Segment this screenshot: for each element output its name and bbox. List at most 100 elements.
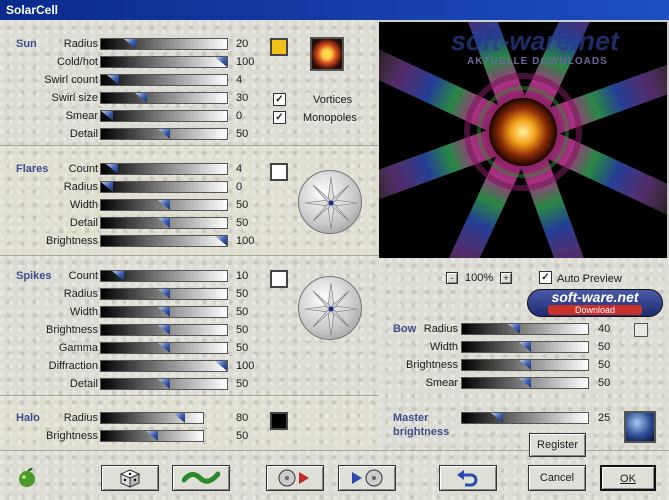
wave-button[interactable] [172, 465, 230, 491]
slider-thumb-icon[interactable] [158, 307, 170, 317]
bow-width-slider[interactable] [461, 341, 589, 353]
slider-thumb-icon[interactable] [519, 378, 531, 388]
slider-thumb-icon[interactable] [158, 129, 170, 139]
halo-brightness-value[interactable]: 50 [236, 430, 270, 444]
halo-color-swatch[interactable] [270, 412, 288, 430]
sun-swirl-size-value[interactable]: 30 [236, 92, 270, 106]
spikes-count-value[interactable]: 10 [236, 270, 270, 284]
spikes-brightness-value[interactable]: 50 [236, 324, 270, 338]
save-preset-button[interactable] [338, 465, 396, 491]
random-button[interactable] [101, 465, 159, 491]
spikes-color-swatch[interactable] [270, 270, 288, 288]
halo-brightness-slider[interactable] [100, 430, 204, 442]
spikes-diffraction-slider[interactable] [100, 360, 228, 372]
slider-thumb-icon[interactable] [158, 289, 170, 299]
undo-icon [457, 470, 478, 487]
spikes-brightness-slider[interactable] [100, 324, 228, 336]
slider-thumb-icon[interactable] [107, 75, 119, 85]
spikes-gamma-slider[interactable] [100, 342, 228, 354]
halo-radius-slider[interactable] [100, 412, 204, 424]
preview-canvas[interactable]: soft-ware.net AKTUELLE DOWNLOADS [379, 22, 667, 258]
sphere-thumbnail-icon[interactable] [624, 411, 656, 443]
auto-preview-checkbox[interactable]: ✓ [539, 271, 552, 284]
flares-detail-slider[interactable] [100, 217, 228, 229]
sun-swirl-count-value[interactable]: 4 [236, 74, 270, 88]
slider-thumb-icon[interactable] [215, 236, 227, 246]
bow-width-value[interactable]: 50 [598, 341, 632, 355]
sun-cold-hot-slider[interactable] [100, 56, 228, 68]
slider-thumb-icon[interactable] [519, 360, 531, 370]
flares-radius-slider[interactable] [100, 181, 228, 193]
slider-thumb-icon[interactable] [146, 431, 158, 441]
spikes-width-slider[interactable] [100, 306, 228, 318]
spikes-diffraction-value[interactable]: 100 [236, 360, 270, 374]
sun-swirl-count-slider[interactable] [100, 74, 228, 86]
vortices-checkbox[interactable]: ✓ [273, 93, 286, 106]
register-button[interactable]: Register [529, 433, 586, 457]
bow-brightness-slider[interactable] [461, 359, 589, 371]
slider-thumb-icon[interactable] [101, 111, 113, 121]
flares-width-value[interactable]: 50 [236, 199, 270, 213]
cancel-button[interactable]: Cancel [528, 465, 586, 491]
sun-thumbnail-icon[interactable] [310, 37, 344, 71]
bow-smear-slider[interactable] [461, 377, 589, 389]
flares-direction-dial[interactable] [298, 170, 362, 234]
bow-radius-value[interactable]: 40 [598, 323, 632, 337]
slider-thumb-icon[interactable] [106, 164, 118, 174]
load-preset-button[interactable] [266, 465, 324, 491]
zoom-out-button[interactable]: - [446, 272, 458, 284]
slider-thumb-icon[interactable] [173, 413, 185, 423]
flares-count-value[interactable]: 4 [236, 163, 270, 177]
bow-brightness-value[interactable]: 50 [598, 359, 632, 373]
spikes-detail-value[interactable]: 50 [236, 378, 270, 392]
monopoles-label: Monopoles [303, 112, 357, 124]
sun-smear-slider[interactable] [100, 110, 228, 122]
spikes-width-value[interactable]: 50 [236, 306, 270, 320]
spikes-radius-value[interactable]: 50 [236, 288, 270, 302]
apple-logo-icon[interactable] [16, 466, 38, 488]
sun-color-swatch[interactable] [270, 38, 288, 56]
sun-radius-slider[interactable] [100, 38, 228, 50]
bow-color-swatch[interactable] [634, 323, 648, 337]
slider-thumb-icon[interactable] [158, 379, 170, 389]
sun-smear-value[interactable]: 0 [236, 110, 270, 124]
sun-detail-value[interactable]: 50 [236, 128, 270, 142]
flares-brightness-value[interactable]: 100 [236, 235, 270, 249]
slider-thumb-icon[interactable] [112, 271, 124, 281]
slider-thumb-icon[interactable] [158, 200, 170, 210]
flares-color-swatch[interactable] [270, 163, 288, 181]
slider-thumb-icon[interactable] [101, 182, 113, 192]
spikes-radius-slider[interactable] [100, 288, 228, 300]
slider-thumb-icon[interactable] [158, 218, 170, 228]
flares-detail-value[interactable]: 50 [236, 217, 270, 231]
sun-swirl-size-slider[interactable] [100, 92, 228, 104]
zoom-in-button[interactable]: + [500, 272, 512, 284]
spikes-count-slider[interactable] [100, 270, 228, 282]
slider-thumb-icon[interactable] [158, 325, 170, 335]
ok-button[interactable]: OK [600, 465, 656, 491]
slider-thumb-icon[interactable] [491, 413, 503, 423]
slider-thumb-icon[interactable] [158, 343, 170, 353]
slider-thumb-icon[interactable] [519, 342, 531, 352]
sun-detail-slider[interactable] [100, 128, 228, 140]
spikes-direction-dial[interactable] [298, 276, 362, 340]
slider-thumb-icon[interactable] [124, 39, 136, 49]
sun-radius-value[interactable]: 20 [236, 38, 270, 52]
slider-thumb-icon[interactable] [215, 361, 227, 371]
bow-smear-value[interactable]: 50 [598, 377, 632, 391]
slider-thumb-icon[interactable] [135, 93, 147, 103]
halo-radius-value[interactable]: 80 [236, 412, 270, 426]
flares-brightness-slider[interactable] [100, 235, 228, 247]
monopoles-checkbox[interactable]: ✓ [273, 111, 286, 124]
spikes-detail-slider[interactable] [100, 378, 228, 390]
flares-radius-value[interactable]: 0 [236, 181, 270, 195]
slider-thumb-icon[interactable] [215, 57, 227, 67]
bow-radius-slider[interactable] [461, 323, 589, 335]
sun-cold-hot-value[interactable]: 100 [236, 56, 270, 70]
flares-width-slider[interactable] [100, 199, 228, 211]
spikes-gamma-value[interactable]: 50 [236, 342, 270, 356]
slider-thumb-icon[interactable] [508, 324, 520, 334]
undo-button[interactable] [439, 465, 497, 491]
master-brightness-slider[interactable] [461, 412, 589, 424]
flares-count-slider[interactable] [100, 163, 228, 175]
